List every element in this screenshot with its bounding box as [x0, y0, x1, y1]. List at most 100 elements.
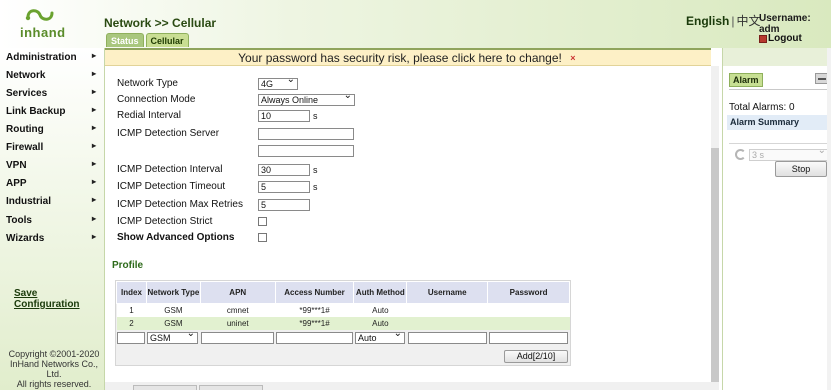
table-cell: GSM — [146, 303, 201, 317]
table-cell: *99***1# — [275, 316, 354, 330]
chevron-right-icon: ▸ — [91, 195, 96, 204]
redial-interval-input[interactable]: 10 — [258, 110, 310, 122]
icmp-server-input-1[interactable] — [258, 128, 354, 140]
table-header-row: Index Network Type APN Access Number Aut… — [116, 281, 570, 304]
inhand-logo: inhand — [10, 6, 72, 40]
sidebar-item-label: Administration — [6, 52, 77, 63]
sidebar-item-label: Network — [6, 70, 46, 81]
logout-label: Logout — [768, 33, 802, 44]
table-row[interactable]: 1 GSM cmnet *99***1# Auto — [116, 303, 570, 317]
network-type-select[interactable]: 4G — [258, 75, 298, 90]
add-profile-button[interactable]: Add[2/10] — [504, 350, 568, 363]
unit-label: s — [313, 182, 318, 192]
alarm-summary-link[interactable]: Alarm Summary — [727, 115, 827, 130]
icmp-retries-input[interactable]: 5 — [258, 199, 310, 211]
chevron-right-icon: ▸ — [91, 87, 96, 96]
icmp-interval-input[interactable]: 30 — [258, 164, 310, 176]
refresh-icon — [735, 149, 746, 160]
table-cell: Auto — [353, 303, 407, 317]
table-row[interactable]: 2 GSM uninet *99***1# Auto — [116, 316, 570, 330]
chevron-right-icon: ▸ — [91, 177, 96, 186]
new-apn-input[interactable] — [201, 332, 274, 344]
sidebar-item-industrial[interactable]: Industrial ▸ — [6, 195, 100, 210]
sidebar-item-tools[interactable]: Tools ▸ — [6, 214, 100, 229]
unit-label: s — [313, 165, 318, 175]
icmp-strict-checkbox[interactable] — [258, 217, 267, 226]
username-label: Username: adm — [759, 13, 811, 35]
chevron-right-icon: ▸ — [91, 105, 96, 114]
bottom-button-partial[interactable] — [133, 385, 197, 390]
bottom-button-partial[interactable] — [199, 385, 263, 390]
vertical-scrollbar-thumb[interactable] — [711, 148, 719, 382]
column-header-apn: APN — [199, 281, 276, 304]
page-tabs: Status Cellular — [106, 33, 189, 47]
right-scrollbar[interactable] — [827, 48, 831, 390]
new-network-type-select[interactable]: GSM — [147, 329, 198, 344]
divider — [729, 89, 827, 90]
table-cell — [487, 303, 570, 317]
sidebar-item-label: Routing — [6, 124, 44, 135]
advanced-options-checkbox[interactable] — [258, 233, 267, 242]
tab-cellular[interactable]: Cellular — [145, 33, 189, 47]
sidebar-item-link-backup[interactable]: Link Backup ▸ — [6, 105, 100, 120]
banner-text[interactable]: Your password has security risk, please … — [238, 51, 562, 65]
icmp-timeout-label: ICMP Detection Timeout — [117, 181, 226, 192]
icmp-strict-label: ICMP Detection Strict — [117, 216, 213, 227]
sidebar-item-routing[interactable]: Routing ▸ — [6, 123, 100, 138]
sidebar-item-label: Link Backup — [6, 106, 66, 117]
connection-mode-label: Connection Mode — [117, 94, 196, 105]
new-auth-method-select[interactable]: Auto — [355, 329, 405, 344]
chevron-right-icon: ▸ — [91, 214, 96, 223]
icmp-retries-label: ICMP Detection Max Retries — [117, 199, 243, 210]
sidebar-item-wizards[interactable]: Wizards ▸ — [6, 232, 100, 247]
new-index-input[interactable] — [117, 332, 145, 344]
refresh-interval-select[interactable]: 3 s — [749, 146, 829, 161]
sidebar-item-services[interactable]: Services ▸ — [6, 87, 100, 102]
table-cell: 2 — [116, 316, 147, 330]
language-switcher: English | 中文 — [686, 12, 760, 29]
main-panel: Your password has security risk, please … — [104, 48, 720, 390]
copyright-line: All rights reserved. — [16, 379, 92, 389]
icmp-server-label: ICMP Detection Server — [117, 128, 220, 139]
lang-english[interactable]: English — [686, 14, 729, 28]
chevron-right-icon: ▸ — [91, 123, 96, 132]
sidebar-item-network[interactable]: Network ▸ — [6, 69, 100, 84]
breadcrumb: Network >> Cellular — [104, 16, 217, 30]
stop-button[interactable]: Stop — [775, 161, 827, 177]
profile-section-title: Profile — [112, 260, 144, 271]
sidebar-item-app[interactable]: APP ▸ — [6, 177, 100, 192]
table-cell: 1 — [116, 303, 147, 317]
copyright: Copyright ©2001-2020 InHand Networks Co.… — [6, 349, 102, 389]
new-password-input[interactable] — [489, 332, 568, 344]
sidebar-item-label: Wizards — [6, 233, 45, 244]
table-cell: *99***1# — [275, 303, 354, 317]
icmp-timeout-input[interactable]: 5 — [258, 181, 310, 193]
column-header-auth-method: Auth Method — [353, 281, 408, 304]
close-icon[interactable]: × — [568, 53, 578, 63]
logout-icon — [759, 34, 767, 43]
copyright-line: InHand Networks Co., Ltd. — [9, 359, 99, 379]
lang-chinese[interactable]: 中文 — [736, 14, 760, 28]
sidebar-item-firewall[interactable]: Firewall ▸ — [6, 141, 100, 156]
copyright-line: Copyright ©2001-2020 — [8, 349, 100, 359]
logo-mark-icon — [25, 9, 54, 21]
sidebar-item-vpn[interactable]: VPN ▸ — [6, 159, 100, 174]
header: inhand Network >> Cellular English | 中文 Us… — [0, 0, 831, 48]
column-header-index: Index — [116, 281, 147, 304]
tab-alarm[interactable]: Alarm — [729, 73, 763, 87]
sidebar-item-administration[interactable]: Administration ▸ — [6, 51, 100, 66]
alarm-panel-header — [723, 48, 831, 66]
network-type-label: Network Type — [117, 78, 178, 89]
new-username-input[interactable] — [408, 332, 487, 344]
icmp-server-input-2[interactable] — [258, 145, 354, 157]
new-access-number-input[interactable] — [276, 332, 353, 344]
sidebar-item-label: Services — [6, 88, 48, 99]
connection-mode-select[interactable]: Always Online — [258, 91, 355, 106]
save-configuration-link[interactable]: Save Configuration — [14, 288, 104, 310]
password-warning-banner[interactable]: Your password has security risk, please … — [105, 48, 711, 66]
column-header-access-number: Access Number — [274, 281, 355, 304]
tab-status[interactable]: Status — [106, 33, 144, 47]
profile-table: Index Network Type APN Access Number Aut… — [116, 281, 570, 330]
logout-link[interactable]: Logout — [759, 33, 802, 44]
table-cell: cmnet — [200, 303, 276, 317]
